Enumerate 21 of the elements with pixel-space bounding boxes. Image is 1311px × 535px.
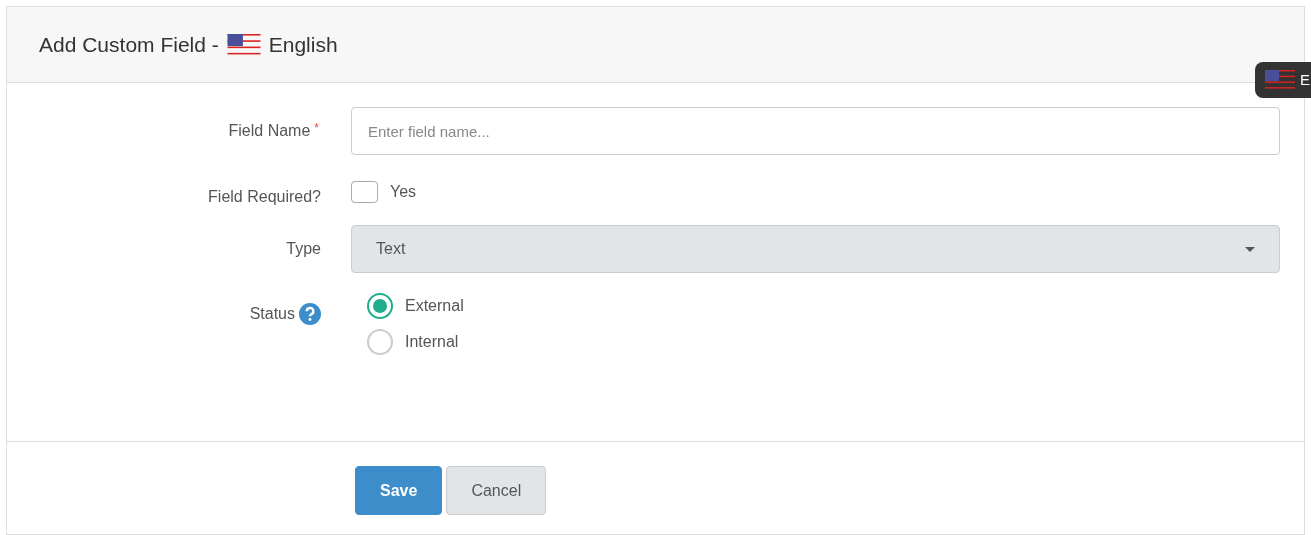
field-name-input[interactable]: Enter field name... — [351, 107, 1280, 155]
flag-icon — [1263, 70, 1297, 90]
radio-button[interactable] — [367, 329, 393, 355]
field-label: Field Name — [228, 122, 311, 139]
field-label: Field Required? — [207, 187, 321, 207]
caret-icon — [1245, 246, 1255, 252]
language-name: English — [268, 31, 338, 58]
card-title: Add Custom Field - — [39, 31, 219, 58]
checkbox-label: Yes — [390, 182, 417, 202]
save-button[interactable]: Save — [355, 466, 443, 515]
help-icon[interactable] — [299, 303, 321, 325]
radio-button[interactable] — [367, 293, 393, 319]
flag-icon — [226, 33, 261, 56]
radio-label: External — [405, 296, 464, 316]
field-label: Type — [285, 239, 321, 259]
field-label: Status — [249, 304, 295, 324]
cancel-button[interactable]: Cancel — [446, 466, 547, 515]
checkbox[interactable] — [351, 181, 378, 203]
required-mark: * — [314, 121, 319, 135]
language-tab[interactable]: E — [1255, 62, 1311, 98]
radio-label: Internal — [405, 332, 459, 352]
